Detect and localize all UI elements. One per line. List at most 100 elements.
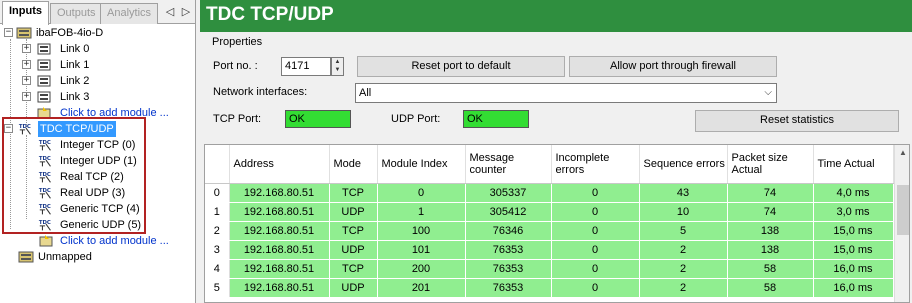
stats-table: Address Mode Module Index Message counte… [205, 145, 894, 298]
page-header: TDC TCP/UDP [200, 0, 912, 32]
scroll-up-icon[interactable]: ▲ [895, 145, 909, 161]
row-index: 5 [205, 278, 230, 298]
tcp-port-status: OK [285, 110, 351, 128]
tree-node-integer-udp[interactable]: TDC Integer UDP (1) [0, 153, 195, 169]
col-header[interactable]: Time Actual [813, 145, 894, 184]
tdc-module-icon: TDC [39, 156, 51, 167]
table-row[interactable]: 2 192.168.80.51 TCP 100 76346 0 5 138 15,0 ms [205, 221, 894, 241]
col-header[interactable]: Mode [329, 145, 378, 184]
page-title: TDC TCP/UDP [206, 4, 334, 25]
module-label: Generic UDP (5) [60, 219, 142, 231]
tab-bar: Inputs Outputs Analytics ◁ ▷ [0, 0, 195, 25]
tree-add-module-2[interactable]: Click to add module ... [0, 233, 195, 249]
table-cell: 15,0 ms [813, 240, 894, 260]
tab-outputs[interactable]: Outputs [50, 3, 103, 24]
udp-port-status: OK [463, 110, 529, 128]
table-cell: 200 [377, 259, 466, 279]
table-cell: 5 [639, 221, 728, 241]
chevron-down-icon[interactable]: ⌵ [764, 84, 772, 102]
table-row[interactable]: 5 192.168.80.51 UDP 201 76353 0 2 58 16,0 ms [205, 278, 894, 298]
tree-node-link-3[interactable]: + Link 3 [0, 89, 195, 105]
allow-firewall-button[interactable]: Allow port through firewall [569, 56, 777, 77]
tree-node-link-0[interactable]: + Link 0 [0, 41, 195, 57]
table-cell: 0 [551, 202, 640, 222]
row-index: 2 [205, 221, 230, 241]
table-cell: TCP [329, 259, 378, 279]
port-label: Port no. : [213, 60, 258, 72]
table-row[interactable]: 1 192.168.80.51 UDP 1 305412 0 10 74 3,0 ms [205, 202, 894, 222]
tree-node-unmapped[interactable]: Unmapped [0, 249, 195, 265]
vertical-scrollbar[interactable]: ▲ [894, 145, 909, 302]
tree-link-label: Link 1 [60, 59, 90, 71]
port-spinner[interactable]: ▲ ▼ [331, 57, 344, 76]
tree-node-real-udp[interactable]: TDC Real UDP (3) [0, 185, 195, 201]
tree-node-real-tcp[interactable]: TDC Real TCP (2) [0, 169, 195, 185]
tree-add-module-1[interactable]: Click to add module ... [0, 105, 195, 121]
tree-link-label: Link 3 [60, 91, 90, 103]
table-cell: 0 [551, 278, 640, 298]
table-cell: 0 [377, 183, 466, 203]
table-row[interactable]: 3 192.168.80.51 UDP 101 76353 0 2 138 15,0 ms [205, 240, 894, 260]
scroll-thumb[interactable] [897, 185, 909, 235]
tree-node-integer-tcp[interactable]: TDC Integer TCP (0) [0, 137, 195, 153]
table-row[interactable]: 0 192.168.80.51 TCP 0 305337 0 43 74 4,0 ms [205, 183, 894, 203]
tab-inputs[interactable]: Inputs [2, 1, 49, 25]
expand-icon[interactable]: + [22, 60, 31, 69]
tree-node-generic-tcp[interactable]: TDC Generic TCP (4) [0, 201, 195, 217]
col-header[interactable]: Module Index [377, 145, 466, 184]
table-cell: 2 [639, 259, 728, 279]
svg-text:TDC: TDC [39, 140, 51, 146]
table-cell: 0 [551, 183, 640, 203]
col-header[interactable]: Packet size Actual [727, 145, 814, 184]
tab-scroll-left-icon[interactable]: ◁ [164, 5, 176, 19]
module-label: Generic TCP (4) [60, 203, 140, 215]
tree-link-label: Link 2 [60, 75, 90, 87]
tab-scroll-right-icon[interactable]: ▷ [180, 5, 192, 19]
row-index: 3 [205, 240, 230, 260]
col-header[interactable]: Address [229, 145, 330, 184]
table-cell: UDP [329, 278, 378, 298]
device-icon [16, 27, 32, 39]
table-cell: 10 [639, 202, 728, 222]
reset-port-button[interactable]: Reset port to default [357, 56, 565, 77]
spin-up-icon[interactable]: ▲ [332, 58, 343, 66]
module-label: Integer TCP (0) [60, 139, 136, 151]
table-cell: UDP [329, 240, 378, 260]
table-cell: 76353 [465, 259, 552, 279]
table-cell: 58 [727, 259, 814, 279]
expand-icon[interactable]: + [22, 76, 31, 85]
tree-node-tdc[interactable]: − TDC TDC TCP/UDP [0, 121, 195, 137]
col-header[interactable]: Sequence errors [639, 145, 728, 184]
table-cell: 58 [727, 278, 814, 298]
table-cell: 0 [551, 221, 640, 241]
table-header-row: Address Mode Module Index Message counte… [205, 145, 894, 184]
table-cell: UDP [329, 202, 378, 222]
expand-icon[interactable]: + [22, 92, 31, 101]
reset-statistics-button[interactable]: Reset statistics [695, 110, 899, 132]
collapse-icon[interactable]: − [4, 124, 13, 133]
tdc-node-label: TDC TCP/UDP [38, 121, 116, 137]
tree-node-link-2[interactable]: + Link 2 [0, 73, 195, 89]
tree-node-root[interactable]: − ibaFOB-4io-D [0, 25, 195, 41]
module-label: Real UDP (3) [60, 187, 126, 199]
tab-analytics[interactable]: Analytics [100, 3, 159, 24]
tree-node-generic-udp[interactable]: TDC Generic UDP (5) [0, 217, 195, 233]
table-cell: 76346 [465, 221, 552, 241]
add-module-link[interactable]: Click to add module ... [60, 233, 169, 249]
add-module-link[interactable]: Click to add module ... [60, 105, 169, 121]
tree-node-link-1[interactable]: + Link 1 [0, 57, 195, 73]
col-header[interactable]: Message counter [465, 145, 552, 184]
port-input[interactable]: 4171 [281, 57, 331, 76]
svg-text:TDC: TDC [39, 172, 51, 178]
left-panel: Inputs Outputs Analytics ◁ ▷ − ibaFOB-4i… [0, 0, 196, 303]
table-cell: 43 [639, 183, 728, 203]
collapse-icon[interactable]: − [4, 28, 13, 37]
col-header[interactable]: Incomplete errors [551, 145, 640, 184]
table-row[interactable]: 4 192.168.80.51 TCP 200 76353 0 2 58 16,0 ms [205, 259, 894, 279]
expand-icon[interactable]: + [22, 44, 31, 53]
table-cell: 138 [727, 240, 814, 260]
spin-down-icon[interactable]: ▼ [332, 66, 343, 74]
network-combo[interactable]: All ⌵ [355, 83, 777, 103]
properties-legend: Properties [212, 36, 263, 48]
row-index: 0 [205, 183, 230, 203]
